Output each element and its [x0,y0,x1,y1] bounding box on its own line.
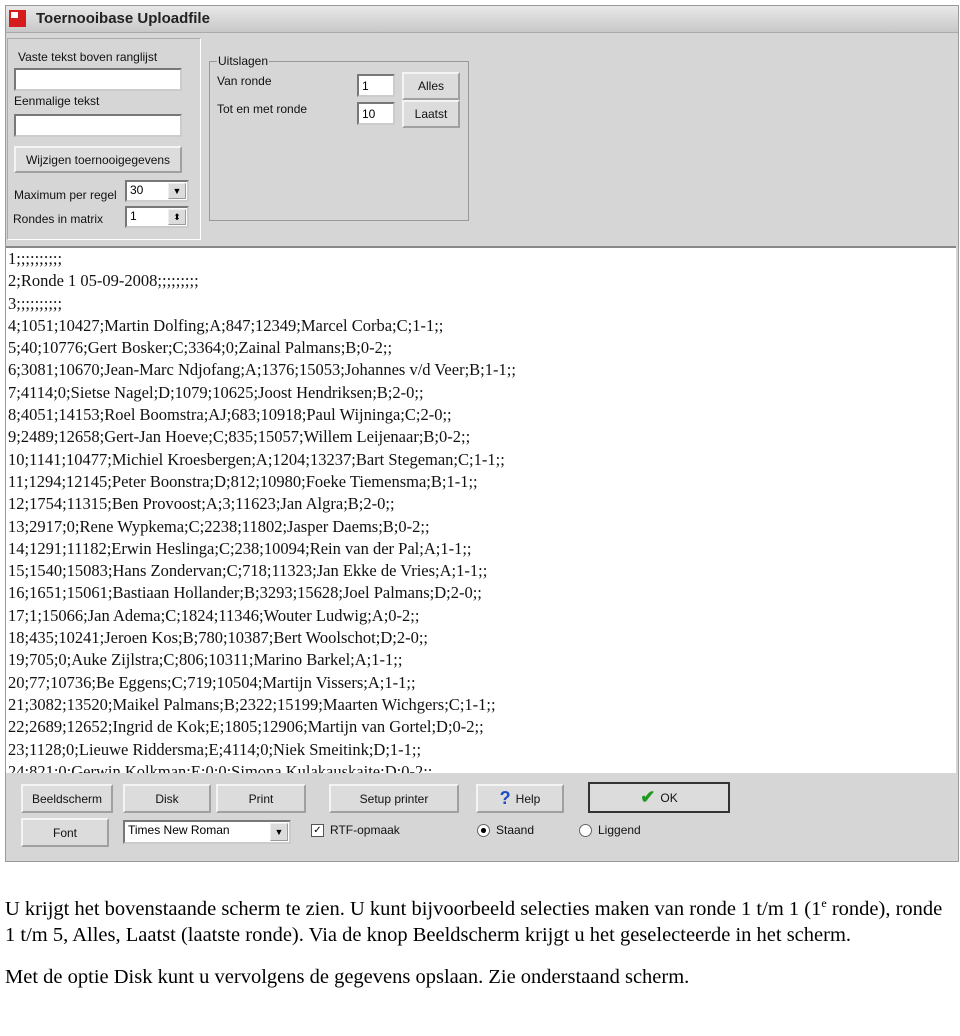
memo-line: 23;1128;0;Lieuwe Riddersma;E;4114;0;Niek… [8,739,422,759]
memo-line: 8;4051;14153;Roel Boomstra;AJ;683;10918;… [8,405,452,425]
radio-selected-icon [477,823,490,837]
setup-printer-label: Setup printer [359,791,429,806]
spinner-arrows-icon[interactable]: ⬍ [168,209,186,225]
chevron-down-icon[interactable]: ▼ [168,183,186,199]
to-round-label: Tot en met ronde [217,102,308,116]
max-per-line-value: 30 [130,183,144,197]
memo-line: 10;1141;10477;Michiel Kroesbergen;A;1204… [8,449,505,469]
radio-empty-icon [579,823,592,837]
memo-line: 11;1294;12145;Peter Boonstra;D;812;10980… [8,471,478,491]
edit-tournament-label: Wijzigen toernooigegevens [25,152,171,167]
memo-line: 22;2689;12652;Ingrid de Kok;E;1805;12906… [8,717,484,737]
from-round-input[interactable] [357,74,395,97]
memo-line: 15;1540;15083;Hans Zondervan;C;718;11323… [8,561,488,581]
last-label: Laatst [414,107,448,121]
window-title: Toernooibase Uploadfile [36,10,210,27]
memo-line: 13;2917;0;Rene Wypkema;C;2238;11802;Jasp… [8,516,430,536]
upload-window: Toernooibase Uploadfile Vaste tekst bove… [5,5,959,862]
font-select-value: Times New Roman [128,823,230,837]
memo-line: 21;3082;13520;Maikel Palmans;B;2322;1519… [8,694,496,714]
font-label: Font [52,825,77,840]
memo-line: 4;1051;10427;Martin Dolfing;A;847;12349;… [8,315,444,335]
memo-line: 5;40;10776;Gert Bosker;C;3364;0;Zainal P… [8,338,393,358]
font-select[interactable]: Times New Roman ▼ [123,820,291,844]
last-button[interactable]: Laatst [402,100,460,128]
memo-line: 14;1291;11182;Erwin Heslinga;C;238;10094… [8,538,472,558]
paragraph-2: Met de optie Disk kunt u vervolgens de g… [5,965,690,988]
help-button[interactable]: ? Help [476,784,564,813]
max-per-line-label: Maximum per regel [14,188,117,202]
all-button[interactable]: Alles [402,72,460,100]
memo-line: 20;77;10736;Be Eggens;C;719;10504;Martij… [8,672,416,692]
output-text-area[interactable]: 1;;;;;;;;;; 2;Ronde 1 05-09-2008;;;;;;;;;… [6,246,956,773]
setup-printer-button[interactable]: Setup printer [329,784,459,813]
disk-label: Disk [155,791,179,806]
help-icon: ? [499,788,511,808]
portrait-label: Staand [496,823,535,837]
paragraph-1-part-a: U krijgt het bovenstaande scherm te zien… [5,897,822,920]
memo-line: 17;1;15066;Jan Adema;C;1824;11346;Wouter… [8,605,420,625]
font-button[interactable]: Font [21,818,109,847]
document-text: U krijgt het bovenstaande scherm te zien… [5,890,955,1006]
help-label: Help [515,791,541,806]
results-group-label: Uitslagen [217,54,270,68]
rounds-matrix-label: Rondes in matrix [13,212,104,226]
disk-button[interactable]: Disk [123,784,211,813]
memo-line: 16;1651;15061;Bastiaan Hollander;B;3293;… [8,583,482,603]
memo-line: 6;3081;10670;Jean-Marc Ndjofang;A;1376;1… [8,360,516,380]
memo-line: 18;435;10241;Jeroen Kos;B;780;10387;Bert… [8,628,429,648]
portrait-radio[interactable]: Staand [477,823,534,837]
title-bar[interactable]: Toernooibase Uploadfile [6,6,958,33]
rounds-matrix-spinner[interactable]: 1 ⬍ [125,206,189,228]
screen-button[interactable]: Beeldscherm [21,784,113,813]
checkbox-checked-icon: ✓ [311,823,324,837]
checkmark-icon: ✔ [640,787,656,807]
chevron-down-icon[interactable]: ▼ [270,823,288,841]
memo-line: 7;4114;0;Sietse Nagel;D;1079;10625;Joost… [8,382,424,402]
fixed-text-input[interactable] [14,68,182,91]
ok-label: OK [660,790,678,805]
print-label: Print [248,791,274,806]
rounds-matrix-value: 1 [130,209,137,223]
once-text-input[interactable] [14,114,182,137]
memo-line: 24;821;0;Gerwin Kolkman;E;0;0;Simona Kul… [8,761,433,773]
edit-tournament-button[interactable]: Wijzigen toernooigegevens [14,146,182,173]
all-label: Alles [417,79,444,93]
print-button[interactable]: Print [216,784,306,813]
rtf-label: RTF-opmaak [330,823,400,837]
memo-line: 19;705;0;Auke Zijlstra;C;806;10311;Marin… [8,650,403,670]
once-text-label: Eenmalige tekst [14,94,100,108]
memo-line: 12;1754;11315;Ben Provoost;A;3;11623;Jan… [8,494,395,514]
rtf-checkbox[interactable]: ✓ RTF-opmaak [311,823,400,837]
ok-button[interactable]: ✔ OK [588,782,730,813]
to-round-input[interactable] [357,102,395,125]
memo-line: 3;;;;;;;;;; [8,293,63,313]
landscape-label: Liggend [598,823,641,837]
memo-line: 1;;;;;;;;;; [8,249,63,268]
app-logo-icon [9,10,26,27]
from-round-label: Van ronde [217,74,272,88]
landscape-radio[interactable]: Liggend [579,823,641,837]
fixed-text-label: Vaste tekst boven ranglijst [18,50,158,64]
memo-line: 2;Ronde 1 05-09-2008;;;;;;;;; [8,271,199,291]
max-per-line-select[interactable]: 30 ▼ [125,180,189,202]
memo-line: 9;2489;12658;Gert-Jan Hoeve;C;835;15057;… [8,427,471,447]
paragraph-1: U krijgt het bovenstaande scherm te zien… [5,890,955,948]
screen-label: Beeldscherm [31,791,103,806]
